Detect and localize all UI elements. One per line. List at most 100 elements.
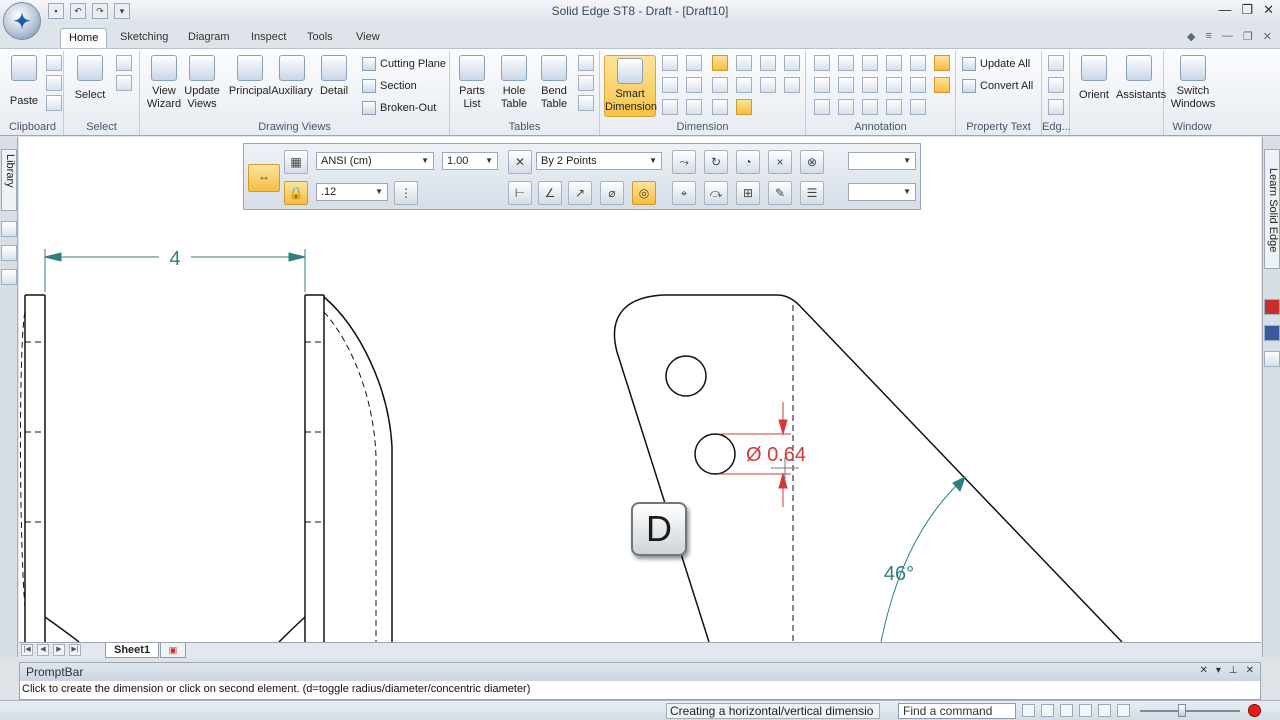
- prefix-icon[interactable]: ⊞: [736, 181, 760, 205]
- dimension-tool-8-icon[interactable]: [686, 77, 702, 93]
- principal-button[interactable]: Principal: [228, 55, 272, 98]
- dimension-tool-11-icon[interactable]: [760, 77, 776, 93]
- annotation-tool-9-icon[interactable]: [862, 77, 878, 93]
- zoom-slider-thumb[interactable]: [1178, 704, 1186, 717]
- view-ctrl-3-icon[interactable]: [1060, 704, 1073, 717]
- prompt-options-icon[interactable]: ✕: [1199, 665, 1207, 676]
- orient-button[interactable]: Orient: [1072, 55, 1116, 102]
- hole-table-button[interactable]: Hole Table: [492, 55, 536, 111]
- learn-solid-edge-tab[interactable]: Learn Solid Edge: [1264, 149, 1280, 269]
- ribbon-close-icon[interactable]: ✕: [1263, 30, 1272, 43]
- dimension-tool-2-icon[interactable]: [686, 55, 702, 71]
- diameter-dimension-text[interactable]: Ø 0.64: [746, 444, 806, 466]
- view-ctrl-5-icon[interactable]: [1098, 704, 1111, 717]
- edit-text-icon[interactable]: ✎: [768, 181, 792, 205]
- balloon-icon[interactable]: [838, 55, 854, 71]
- tab-diagram[interactable]: Diagram: [180, 28, 238, 48]
- minimize-icon[interactable]: —: [1218, 2, 1231, 18]
- dimension-axis-icon[interactable]: [712, 55, 728, 71]
- distance-between-icon[interactable]: [662, 55, 678, 71]
- dimension-tool-12-icon[interactable]: [784, 77, 800, 93]
- prompt-pin-icon[interactable]: ⊥: [1229, 665, 1238, 676]
- cut-icon[interactable]: [46, 55, 62, 71]
- theme-icon[interactable]: ◆: [1187, 30, 1195, 43]
- switch-windows-button[interactable]: Switch Windows: [1168, 55, 1218, 111]
- select-tools-icon[interactable]: [116, 75, 132, 91]
- last-sheet-icon[interactable]: ▶|: [69, 644, 81, 656]
- paste-button[interactable]: Paste: [2, 55, 46, 108]
- close-icon[interactable]: ✕: [1263, 2, 1274, 18]
- sheet1-tab[interactable]: Sheet1: [105, 643, 160, 658]
- scale-select[interactable]: 1.00: [442, 152, 498, 170]
- view-ctrl-4-icon[interactable]: [1079, 704, 1092, 717]
- prev-sheet-icon[interactable]: ◀: [37, 644, 49, 656]
- detail-button[interactable]: Detail: [312, 55, 356, 98]
- community-icon[interactable]: [1264, 351, 1280, 367]
- section-button[interactable]: Section: [362, 77, 417, 95]
- auxiliary-button[interactable]: Auxiliary: [270, 55, 314, 98]
- parts-list-button[interactable]: Parts List: [450, 55, 494, 111]
- symmetric-dim-icon[interactable]: ⌖: [672, 181, 696, 205]
- update-views-button[interactable]: Update Views: [180, 55, 224, 111]
- annotation-tool-5-icon[interactable]: [910, 55, 926, 71]
- table-tool-2-icon[interactable]: [578, 75, 594, 91]
- ribbon-minimize-icon[interactable]: —: [1222, 30, 1233, 43]
- dimension-tool-17-icon[interactable]: [736, 99, 752, 115]
- tangent-icon[interactable]: ⤳: [672, 150, 696, 174]
- prompt-close-icon[interactable]: ✕: [1246, 665, 1254, 676]
- arc-icon[interactable]: ↻: [704, 150, 728, 174]
- update-all-button[interactable]: Update All: [962, 55, 1030, 73]
- annotation-tool-15-icon[interactable]: [862, 99, 878, 115]
- annotation-tool-17-icon[interactable]: [910, 99, 926, 115]
- view-ctrl-2-icon[interactable]: [1041, 704, 1054, 717]
- dimension-tool-6-icon[interactable]: [784, 55, 800, 71]
- smart-dimension-cb-icon[interactable]: ↔: [248, 164, 280, 192]
- dimension-tool-4-icon[interactable]: [736, 55, 752, 71]
- record-icon[interactable]: [1248, 704, 1261, 717]
- leader-icon[interactable]: [814, 55, 830, 71]
- concentric-dim-icon[interactable]: ◎: [632, 181, 656, 205]
- select-filter-icon[interactable]: [116, 55, 132, 71]
- facebook-icon[interactable]: [1264, 325, 1280, 341]
- bend-table-button[interactable]: Bend Table: [532, 55, 576, 111]
- application-button[interactable]: ✦: [3, 2, 41, 40]
- text-icon[interactable]: [886, 77, 902, 93]
- annotation-tool-12-icon[interactable]: [934, 77, 950, 93]
- format-painter-icon[interactable]: [46, 95, 62, 111]
- dimension-tool-14-icon[interactable]: [686, 99, 702, 115]
- table-tool-3-icon[interactable]: [578, 95, 594, 111]
- annotation-tool-14-icon[interactable]: [838, 99, 854, 115]
- orientation-icon[interactable]: ✕: [508, 150, 532, 174]
- dimension-tool-5-icon[interactable]: [760, 55, 776, 71]
- stack-icon[interactable]: [1, 245, 17, 261]
- angle-between-icon[interactable]: [662, 77, 678, 93]
- table-tool-1-icon[interactable]: [578, 55, 594, 71]
- annotation-tool-16-icon[interactable]: [886, 99, 902, 115]
- tab-view[interactable]: View: [348, 28, 388, 48]
- precision-grid-icon[interactable]: ⋮: [394, 181, 418, 205]
- find-command-input[interactable]: Find a command: [898, 703, 1016, 719]
- zoom-slider[interactable]: [1140, 710, 1240, 712]
- close-cb-icon[interactable]: ×: [768, 150, 792, 174]
- annotation-tool-7-icon[interactable]: [814, 77, 830, 93]
- select-button[interactable]: Select: [68, 55, 112, 102]
- annotation-tool-11-icon[interactable]: [910, 77, 926, 93]
- next-sheet-icon[interactable]: ▶: [53, 644, 65, 656]
- ribbon-restore-icon[interactable]: ❐: [1243, 30, 1253, 43]
- tab-sketching[interactable]: Sketching: [112, 28, 176, 48]
- angular-dim-icon[interactable]: ∠: [538, 181, 562, 205]
- dimension-tool-15-icon[interactable]: [712, 99, 728, 115]
- assistants-button[interactable]: Assistants: [1116, 55, 1166, 102]
- dimension-tool-13-icon[interactable]: [662, 99, 678, 115]
- tab-inspect[interactable]: Inspect: [243, 28, 294, 48]
- method-select[interactable]: By 2 Points: [536, 152, 662, 170]
- upper-tolerance-select[interactable]: [848, 152, 916, 170]
- horizontal-dim-icon[interactable]: ⊢: [508, 181, 532, 205]
- annotation-tool-8-icon[interactable]: [838, 77, 854, 93]
- tab-tools[interactable]: Tools: [299, 28, 341, 48]
- lower-tolerance-select[interactable]: [848, 183, 916, 201]
- circle-dim-icon[interactable]: ◔: [736, 150, 760, 174]
- annotation-tool-6-icon[interactable]: [934, 55, 950, 71]
- options-icon[interactable]: ≡: [1205, 30, 1211, 43]
- annotation-tool-13-icon[interactable]: [814, 99, 830, 115]
